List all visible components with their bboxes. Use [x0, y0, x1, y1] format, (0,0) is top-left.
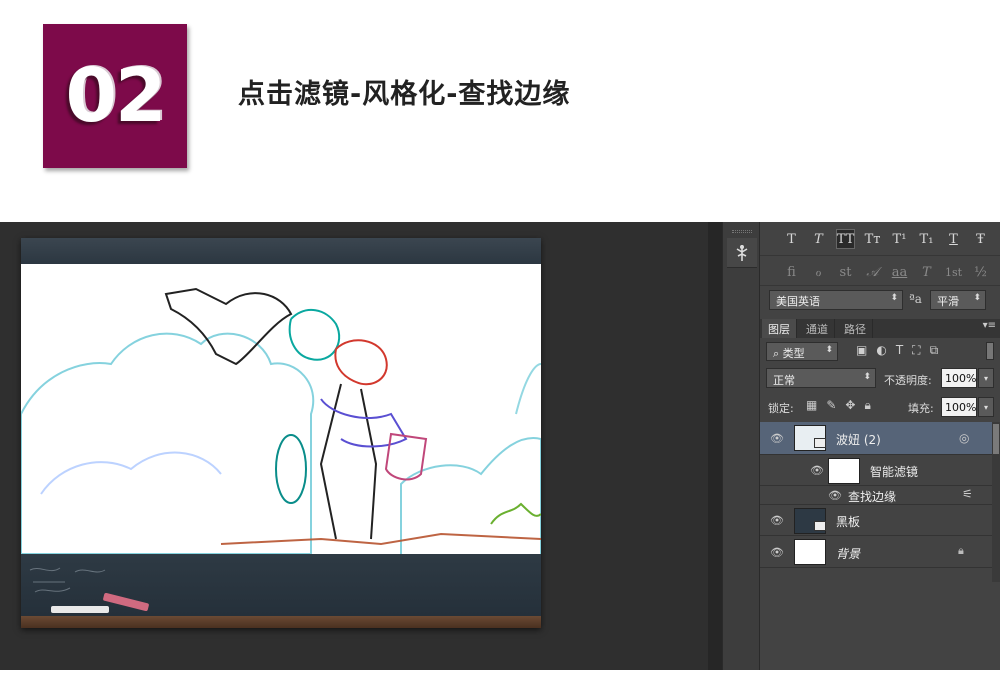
filter-type-value: 类型 [782, 347, 805, 360]
filter-icons: ▣ ◐ T ⛶ ⧉ [856, 343, 938, 358]
ligature-button[interactable]: ﬁ [782, 262, 801, 282]
character-style-row: T T TT Tᴛ T¹ T₁ T Ŧ [760, 223, 1000, 255]
subscript-button[interactable]: T₁ [917, 229, 936, 249]
layer-row-smart-filters[interactable]: 👁︎ 智能滤镜 [760, 456, 992, 486]
updown-arrow-icon: ⬍ [825, 345, 833, 355]
layer-name: 波妞 (2) [836, 433, 881, 447]
layer-row-ponyo[interactable]: 👁︎ 波妞 (2) ◎ [760, 422, 992, 455]
lock-image-icon[interactable]: ✎ [826, 398, 836, 413]
layers-panel-tabs: 图层 通道 路径 ▾≡ [760, 319, 1000, 338]
shape-filter-icon[interactable]: ⛶ [912, 343, 920, 358]
dock-grip[interactable] [732, 230, 752, 233]
blend-mode-value: 正常 [773, 374, 795, 387]
filter-toggle[interactable] [986, 342, 994, 360]
photoshop-window: T T TT Tᴛ T¹ T₁ T Ŧ ﬁ ℴ st 𝒜 aa T 1st ½ … [0, 222, 1000, 670]
smart-filter-indicator-icon[interactable]: ◎ [959, 431, 969, 445]
step-title: 点击滤镜-风格化-查找边缘 [238, 79, 571, 110]
type-filter-icon[interactable]: T [896, 343, 903, 358]
antialias-value: 平滑 [937, 295, 959, 308]
updown-arrow-icon: ⬍ [890, 293, 898, 303]
find-edges-artwork [21, 264, 541, 555]
fill-dropdown[interactable]: ▾ [978, 397, 994, 417]
opacity-dropdown[interactable]: ▾ [978, 368, 994, 388]
step-number-badge: 02 [43, 24, 187, 168]
white-chalk [51, 606, 109, 613]
smart-object-icon [814, 438, 826, 448]
layer-row-find-edges[interactable]: 👁︎ 查找边缘 ⚟ [760, 487, 992, 505]
discretionary-ligature-button[interactable]: ℴ [809, 262, 828, 282]
antialias-icon: ªa [909, 292, 922, 306]
visibility-eye-icon[interactable]: 👁︎ [828, 489, 842, 502]
character-and-layers-panel: T T TT Tᴛ T¹ T₁ T Ŧ ﬁ ℴ st 𝒜 aa T 1st ½ … [760, 222, 1000, 670]
adjustment-filter-icon[interactable]: ◐ [876, 343, 886, 358]
smart-filters-label: 智能滤镜 [870, 465, 919, 479]
document-canvas[interactable] [21, 238, 541, 628]
visibility-eye-icon[interactable]: 👁︎ [770, 432, 784, 445]
filter-name: 查找边缘 [848, 490, 897, 504]
lock-icons: ▦ ✎ ✥ 🔒︎ [806, 398, 871, 413]
blend-mode-select[interactable]: 正常 ⬍ [766, 368, 876, 388]
all-caps-button[interactable]: TT [836, 229, 855, 249]
lock-label: 锁定: [768, 402, 794, 415]
underline-button[interactable]: T [944, 229, 963, 249]
layer-row-background[interactable]: 👁︎ 背景 🔒︎ [760, 537, 992, 568]
tab-paths[interactable]: 路径 [838, 319, 873, 338]
swash-button[interactable]: 𝒜 [863, 262, 882, 282]
layer-row-blackboard[interactable]: 👁︎ 黑板 [760, 506, 992, 536]
panel-menu-icon[interactable]: ▾≡ [983, 320, 996, 331]
stylistic-alternates-button[interactable]: aa [890, 262, 909, 282]
blending-options-icon[interactable]: ⚟ [962, 487, 973, 501]
separator [760, 285, 1000, 286]
layer-thumbnail [794, 539, 826, 565]
lock-position-icon[interactable]: ✥ [845, 398, 855, 413]
layers-scrollbar[interactable] [992, 422, 1000, 582]
fill-label: 填充: [908, 402, 934, 415]
titling-alternates-button[interactable]: T [917, 262, 936, 282]
tab-layers[interactable]: 图层 [762, 319, 797, 338]
puppet-tool-button[interactable] [727, 238, 757, 268]
opacity-label: 不透明度: [884, 374, 932, 387]
language-value: 美国英语 [776, 295, 820, 308]
step-number: 02 [65, 53, 167, 139]
small-caps-button[interactable]: Tᴛ [863, 229, 882, 249]
search-icon: ⌕ [773, 347, 783, 360]
opacity-input[interactable]: 100% [941, 368, 977, 388]
puppet-icon [736, 244, 748, 261]
language-select[interactable]: 美国英语 ⬍ [769, 290, 903, 310]
fill-input[interactable]: 100% [941, 397, 977, 417]
scrollbar-thumb[interactable] [993, 424, 999, 454]
superscript-button[interactable]: T¹ [890, 229, 909, 249]
image-filter-icon[interactable]: ▣ [856, 343, 867, 358]
tab-channels[interactable]: 通道 [800, 319, 835, 338]
ordinals-button[interactable]: 1st [944, 262, 963, 282]
chalk-ledge [21, 616, 541, 628]
visibility-eye-icon[interactable]: 👁︎ [770, 546, 784, 559]
panel-dock-strip [722, 222, 760, 670]
layer-name: 黑板 [836, 515, 861, 529]
layer-filter-select[interactable]: ⌕ 类型 ⬍ [766, 342, 838, 361]
visibility-eye-icon[interactable]: 👁︎ [770, 514, 784, 527]
antialias-select[interactable]: 平滑 ⬍ [930, 290, 986, 310]
faux-bold-button[interactable]: T [782, 229, 801, 249]
canvas-area [0, 222, 720, 670]
blackboard-frame-top [21, 238, 541, 264]
artwork-illustration [21, 287, 541, 555]
lock-all-icon[interactable]: 🔒︎ [864, 398, 870, 413]
visibility-eye-icon[interactable]: 👁︎ [810, 464, 824, 477]
panel-divider[interactable] [708, 222, 722, 670]
fractions-button[interactable]: ½ [971, 262, 990, 282]
lock-transparent-icon[interactable]: ▦ [806, 398, 817, 413]
layer-name: 背景 [836, 547, 861, 561]
faux-italic-button[interactable]: T [809, 229, 828, 249]
strikethrough-button[interactable]: Ŧ [971, 229, 990, 249]
updown-arrow-icon: ⬍ [973, 293, 981, 303]
opentype-row: ﬁ ℴ st 𝒜 aa T 1st ½ [760, 256, 1000, 288]
smart-object-icon [814, 521, 826, 531]
updown-arrow-icon: ⬍ [863, 372, 871, 382]
lock-icon: 🔒︎ [958, 544, 964, 557]
filter-mask-thumbnail [828, 458, 860, 484]
smart-object-filter-icon[interactable]: ⧉ [930, 343, 939, 358]
swash-st-button[interactable]: st [836, 262, 855, 282]
